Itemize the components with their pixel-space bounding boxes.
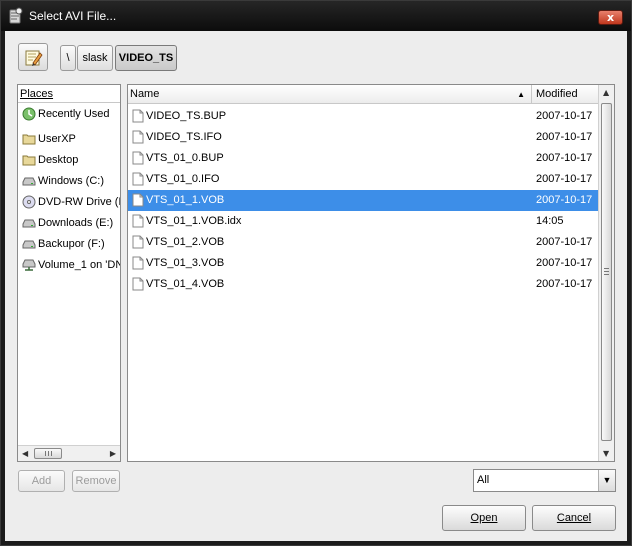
- path-crumb-slask[interactable]: slask: [77, 45, 113, 71]
- dvd-icon: [22, 195, 36, 209]
- places-pane: Places Recently Used UserXP Desktop Wind…: [17, 84, 121, 462]
- places-scroll-thumb[interactable]: [34, 448, 62, 459]
- file-row[interactable]: VTS_01_4.VOB 2007-10-17: [128, 274, 598, 295]
- title-bar[interactable]: Select AVI File... x: [1, 1, 631, 31]
- place-downloads-e[interactable]: Downloads (E:): [20, 213, 120, 233]
- file-icon: [132, 193, 144, 207]
- window-title: Select AVI File...: [29, 9, 117, 23]
- place-windows-c[interactable]: Windows (C:): [20, 171, 120, 191]
- file-row[interactable]: VTS_01_0.BUP 2007-10-17: [128, 148, 598, 169]
- close-button[interactable]: x: [598, 10, 623, 25]
- place-backupor-f[interactable]: Backupor (F:): [20, 234, 120, 254]
- file-icon: [132, 235, 144, 249]
- place-dvd-rw-drive[interactable]: DVD-RW Drive (D:): [20, 192, 120, 212]
- file-icon: [132, 109, 144, 123]
- column-header-modified[interactable]: Modified: [532, 85, 598, 104]
- file-row[interactable]: VTS_01_0.IFO 2007-10-17: [128, 169, 598, 190]
- app-icon: [9, 7, 23, 24]
- add-bookmark-button[interactable]: Add: [18, 470, 65, 492]
- place-recently-used[interactable]: Recently Used: [20, 104, 120, 124]
- dialog-body: \ slask VIDEO_TS Places Recently Used Us…: [5, 31, 627, 541]
- file-row[interactable]: VTS_01_1.VOB.idx 14:05: [128, 211, 598, 232]
- file-icon: [132, 277, 144, 291]
- file-row[interactable]: VTS_01_3.VOB 2007-10-17: [128, 253, 598, 274]
- place-userxp[interactable]: UserXP: [20, 129, 120, 149]
- remove-bookmark-button[interactable]: Remove: [72, 470, 120, 492]
- file-row[interactable]: VIDEO_TS.IFO 2007-10-17: [128, 127, 598, 148]
- file-icon: [132, 172, 144, 186]
- type-location-button[interactable]: [18, 43, 48, 71]
- network-drive-icon: [22, 259, 36, 271]
- scroll-down-arrow-icon[interactable]: ▼: [603, 449, 609, 458]
- file-filter-select[interactable]: All ▼: [473, 469, 616, 492]
- file-list-scroll-thumb[interactable]: [601, 103, 612, 441]
- cancel-button[interactable]: Cancel: [532, 505, 616, 531]
- scroll-right-arrow-icon[interactable]: ▶: [110, 449, 116, 458]
- place-desktop[interactable]: Desktop: [20, 150, 120, 170]
- file-dialog-window: Select AVI File... x \ slask VIDEO_TS Pl…: [0, 0, 632, 546]
- file-icon: [132, 214, 144, 228]
- scroll-left-arrow-icon[interactable]: ◀: [22, 449, 28, 458]
- sort-ascending-icon: ▲: [517, 90, 525, 99]
- drive-icon: [22, 240, 36, 249]
- drive-icon: [22, 219, 36, 228]
- file-icon: [132, 151, 144, 165]
- place-volume-1[interactable]: Volume_1 on 'DNS-323': [20, 255, 120, 275]
- file-icon: [132, 130, 144, 144]
- file-row[interactable]: VIDEO_TS.BUP 2007-10-17: [128, 106, 598, 127]
- open-button[interactable]: Open: [442, 505, 526, 531]
- dropdown-arrow-icon: ▼: [598, 470, 615, 491]
- places-horizontal-scrollbar[interactable]: ◀ ▶: [18, 445, 120, 461]
- scroll-up-arrow-icon[interactable]: ▲: [603, 88, 609, 97]
- file-icon: [132, 256, 144, 270]
- pencil-edit-icon: [25, 50, 43, 66]
- folder-icon: [22, 155, 36, 166]
- recent-icon: [22, 107, 36, 121]
- drive-icon: [22, 177, 36, 186]
- places-header[interactable]: Places: [18, 85, 120, 103]
- column-header-name[interactable]: Name ▲: [128, 85, 532, 104]
- file-row[interactable]: VTS_01_2.VOB 2007-10-17: [128, 232, 598, 253]
- file-list-vertical-scrollbar[interactable]: ▲ ▼: [598, 85, 614, 461]
- folder-icon: [22, 134, 36, 145]
- file-list-pane: Name ▲ Modified VIDEO_TS.BUP 2007-10-17 …: [127, 84, 615, 462]
- path-crumb-root[interactable]: \: [60, 45, 76, 71]
- path-crumb-video-ts[interactable]: VIDEO_TS: [115, 45, 177, 71]
- file-row-selected[interactable]: VTS_01_1.VOB 2007-10-17: [128, 190, 598, 211]
